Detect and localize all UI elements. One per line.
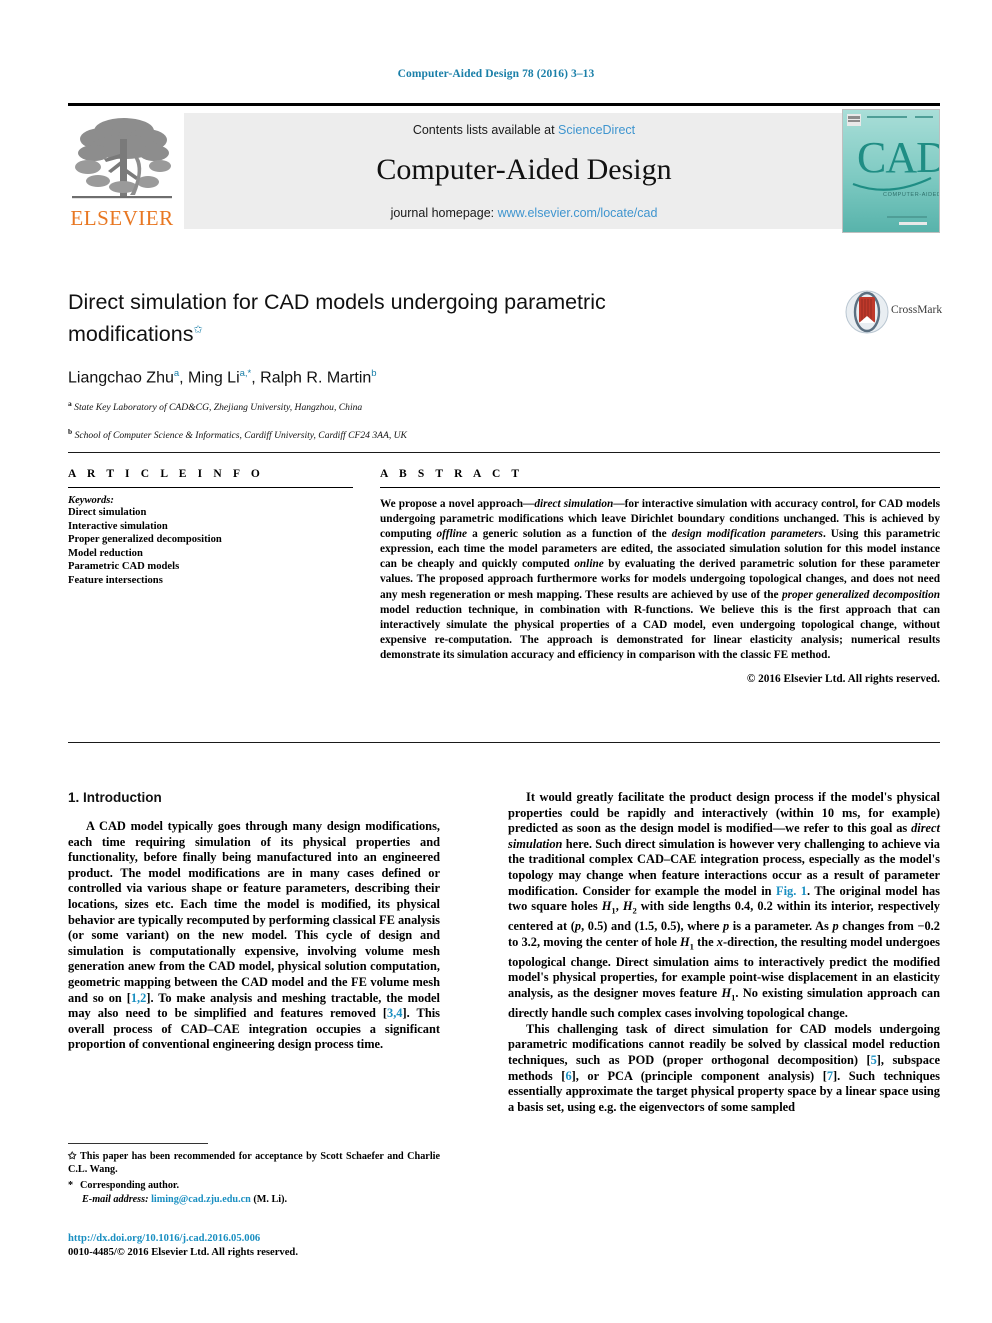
- author-affil-marker-3[interactable]: b: [371, 368, 376, 379]
- title-line-2: modifications: [68, 322, 194, 347]
- email-link[interactable]: liming@cad.zju.edu.cn: [151, 1194, 251, 1205]
- citation-link[interactable]: 3,4: [387, 1006, 403, 1020]
- title-line-1: Direct simulation for CAD models undergo…: [68, 290, 606, 314]
- contents-prefix: Contents lists available at: [412, 123, 559, 137]
- affiliation-1: a State Key Laboratory of CAD&CG, Zhejia…: [68, 397, 848, 415]
- doi-link[interactable]: http://dx.doi.org/10.1016/j.cad.2016.05.…: [68, 1232, 440, 1246]
- journal-title: Computer-Aided Design: [376, 153, 672, 186]
- divider-below-abstract: [68, 742, 940, 743]
- elsevier-tree-icon: [68, 109, 176, 209]
- footnote-corresponding-text: Corresponding author.: [80, 1180, 180, 1192]
- keyword-item: Direct simulation: [68, 507, 147, 518]
- email-owner: (M. Li).: [253, 1193, 288, 1205]
- title-footnote-marker[interactable]: ✩: [193, 324, 202, 336]
- keyword-item: Parametric CAD models: [68, 561, 180, 573]
- footnote-acceptance: ✩ This paper has been recommended for acc…: [68, 1150, 440, 1176]
- citation-link[interactable]: 5: [871, 1053, 877, 1067]
- body-column-right: It would greatly facilitate the product …: [508, 790, 940, 1115]
- abstract-section: A B S T R A C T We propose a novel appro…: [380, 468, 940, 685]
- author-list: Liangchao Zhua, Ming Lia,*, Ralph R. Mar…: [68, 368, 377, 387]
- masthead-band: Contents lists available at ScienceDirec…: [184, 113, 864, 229]
- email-address-label: E-mail address:: [82, 1193, 149, 1205]
- affiliation-marker-b: b: [68, 427, 73, 437]
- page-title: Direct simulation for CAD models undergo…: [68, 288, 848, 348]
- paper-page: Computer-Aided Design 78 (2016) 3–13 ELS…: [0, 0, 992, 1323]
- paragraph: A CAD model typically goes through many …: [68, 819, 440, 1052]
- footnote-asterisk-marker: *: [68, 1180, 74, 1192]
- journal-homepage-link[interactable]: www.elsevier.com/locate/cad: [498, 206, 658, 220]
- footnote-acceptance-text: This paper has been recommended for acce…: [68, 1151, 440, 1176]
- crossmark-label: CrossMark: [891, 304, 943, 316]
- figure-reference-link[interactable]: Fig. 1: [776, 884, 807, 898]
- keyword-item: Interactive simulation: [68, 520, 168, 532]
- paragraph: This challenging task of direct simulati…: [508, 1021, 940, 1114]
- keyword-item: Feature intersections: [68, 574, 163, 586]
- sciencedirect-link[interactable]: ScienceDirect: [558, 123, 635, 137]
- contents-available-line: Contents lists available at ScienceDirec…: [184, 123, 864, 137]
- running-head: Computer-Aided Design 78 (2016) 3–13: [397, 68, 595, 80]
- keywords-list: Direct simulation Interactive simulation…: [68, 506, 353, 588]
- elsevier-wordmark: ELSEVIER: [70, 206, 174, 230]
- section-title-introduction: 1. Introduction: [68, 790, 162, 805]
- keywords-label: Keywords:: [68, 495, 114, 506]
- citation-link[interactable]: 7: [827, 1069, 833, 1083]
- crossmark-icon[interactable]: [845, 290, 889, 334]
- article-info-section: A R T I C L E I N F O Keywords: Direct s…: [68, 468, 353, 588]
- body-column-left: 1. Introduction A CAD model typically go…: [68, 790, 440, 1053]
- paragraph: It would greatly facilitate the product …: [508, 790, 941, 1021]
- abstract-body: We propose a novel approach—direct simul…: [380, 498, 941, 661]
- author-name-1: Liangchao Zhu: [68, 369, 174, 387]
- affiliation-2: b School of Computer Science & Informati…: [68, 425, 848, 443]
- journal-homepage-line: journal homepage: www.elsevier.com/locat…: [184, 206, 864, 220]
- crossmark-badge[interactable]: CrossMark: [845, 290, 945, 336]
- abstract-heading: A B S T R A C T: [380, 468, 524, 480]
- author-name-2: Ming Li: [188, 369, 240, 387]
- cad-cover-icon: CAD COMPUTER-AIDED DESIGN: [843, 110, 939, 232]
- footnote-star-marker: ✩: [68, 1151, 77, 1162]
- doi-block: http://dx.doi.org/10.1016/j.cad.2016.05.…: [68, 1232, 440, 1260]
- footnote-email-line: E-mail address: liming@cad.zju.edu.cn (M…: [68, 1193, 440, 1206]
- citation-link[interactable]: 6: [565, 1069, 571, 1083]
- author-affil-marker-1[interactable]: a: [174, 368, 179, 379]
- footnote-corresponding: * Corresponding author.: [68, 1179, 440, 1192]
- author-affil-marker-2[interactable]: a,*: [240, 368, 252, 379]
- divider-above-abstract: [68, 452, 940, 453]
- footnote-divider: [68, 1143, 208, 1144]
- journal-cover-thumbnail: CAD COMPUTER-AIDED DESIGN: [842, 109, 940, 233]
- abstract-copyright: © 2016 Elsevier Ltd. All rights reserved…: [746, 673, 940, 686]
- homepage-prefix: journal homepage:: [390, 206, 498, 220]
- author-name-3: Ralph R. Martin: [260, 369, 372, 387]
- affiliation-text-a: State Key Laboratory of CAD&CG, Zhejiang…: [74, 402, 363, 414]
- journal-masthead: ELSEVIER Contents lists available at Sci…: [68, 103, 940, 233]
- affiliation-text-b: School of Computer Science & Informatics…: [74, 430, 407, 442]
- article-info-rule: [68, 487, 353, 488]
- article-info-heading: A R T I C L E I N F O: [68, 468, 264, 480]
- footnote-block: ✩ This paper has been recommended for acc…: [68, 1150, 440, 1206]
- svg-text:CAD: CAD: [857, 133, 939, 182]
- keyword-item: Model reduction: [68, 547, 143, 559]
- abstract-rule: [380, 487, 940, 488]
- svg-text:COMPUTER-AIDED DESIGN: COMPUTER-AIDED DESIGN: [883, 192, 939, 198]
- keyword-item: Proper generalized decomposition: [68, 534, 222, 546]
- citation-link[interactable]: 1,2: [131, 991, 147, 1005]
- issn-copyright-line: 0010-4485/© 2016 Elsevier Ltd. All right…: [68, 1247, 298, 1258]
- affiliation-marker-a: a: [68, 399, 72, 409]
- title-block: Direct simulation for CAD models undergo…: [68, 288, 848, 443]
- elsevier-logo: ELSEVIER: [68, 109, 176, 233]
